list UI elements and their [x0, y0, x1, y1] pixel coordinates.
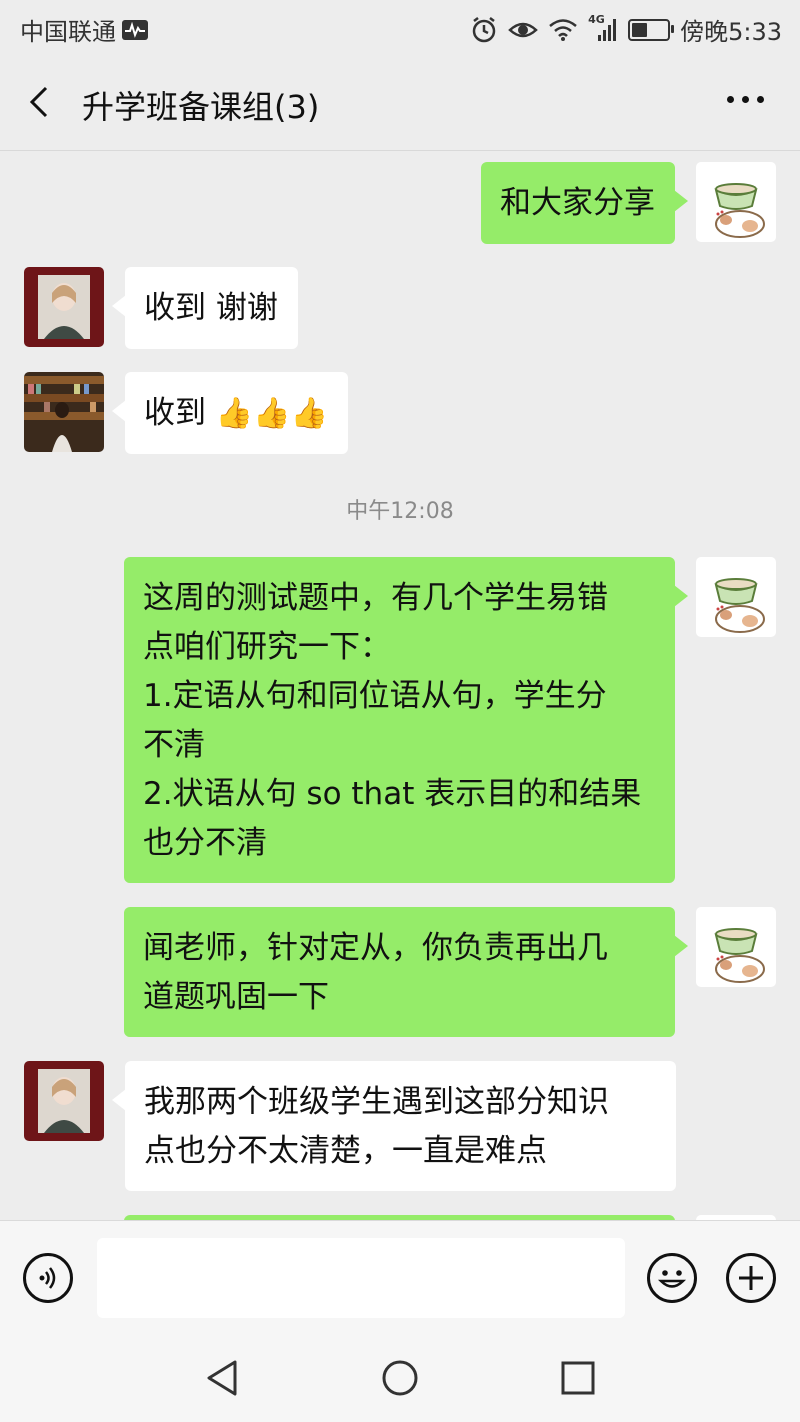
- plus-icon[interactable]: [726, 1253, 776, 1303]
- message-bubble-own[interactable]: 闻老师，针对定从，你负责再出几 道题巩固一下: [124, 907, 688, 1037]
- avatar-teacher-1[interactable]: [24, 1061, 104, 1141]
- status-right: 4G 傍晚5:33: [470, 12, 782, 47]
- message-row: 闻老师，针对定从，你负责再出几 道题巩固一下: [0, 907, 800, 1037]
- message-row: 收到 👍👍👍: [0, 372, 800, 454]
- cell-signal-icon: 4G: [588, 13, 618, 43]
- avatar-teacher-2[interactable]: [24, 372, 104, 452]
- alarm-icon: [472, 16, 496, 42]
- message-input[interactable]: [97, 1238, 625, 1318]
- thumbs-up-emoji: 👍👍👍: [215, 396, 328, 431]
- message-bubble-other[interactable]: 我那两个班级学生遇到这部分知识 点也分不太清楚，一直是难点: [112, 1061, 676, 1191]
- message-timestamp: 中午12:08: [346, 499, 454, 524]
- message-row: 收到 谢谢: [0, 267, 800, 349]
- status-bar: 中国联通 4G 傍晚5:33: [0, 0, 800, 56]
- avatar-own[interactable]: [696, 907, 776, 987]
- avatar-own[interactable]: [696, 557, 776, 637]
- clock-label: 傍晚5:33: [680, 18, 782, 46]
- message-row: 和大家分享: [0, 162, 800, 244]
- more-icon[interactable]: [727, 96, 764, 103]
- wifi-icon: [549, 18, 577, 41]
- nav-home-icon[interactable]: [380, 1358, 420, 1398]
- message-bubble-own[interactable]: 这周的测试题中，有几个学生易错 点咱们研究一下： 1.定语从句和同位语从句，学生…: [124, 557, 688, 883]
- message-bubble-other[interactable]: 收到 👍👍👍: [112, 372, 348, 454]
- carrier-label: 中国联通: [20, 18, 116, 46]
- message-list[interactable]: 和大家分享 收到 谢谢 收到 👍👍👍 中午12:08 这周的测试题中，有几个学生…: [0, 151, 800, 1220]
- battery-icon: [628, 18, 675, 41]
- nav-back-icon[interactable]: [203, 1358, 243, 1398]
- eye-icon: [508, 22, 538, 37]
- back-arrow-icon[interactable]: [22, 82, 58, 122]
- avatar-own[interactable]: [696, 162, 776, 242]
- message-row: 我那两个班级学生遇到这部分知识 点也分不太清楚，一直是难点: [0, 1061, 800, 1191]
- message-bubble-own[interactable]: 和大家分享: [481, 162, 688, 244]
- signal-pulse-icon: [122, 19, 148, 40]
- status-left: 中国联通: [20, 12, 148, 47]
- message-text: 收到: [144, 395, 206, 431]
- chat-header: 升学班备课组(3): [0, 56, 800, 151]
- input-bar: [0, 1220, 800, 1333]
- message-row: 这周的测试题中，有几个学生易错 点咱们研究一下： 1.定语从句和同位语从句，学生…: [0, 557, 800, 883]
- nav-recents-icon[interactable]: [558, 1358, 598, 1398]
- chat-title: 升学班备课组(3): [82, 88, 320, 126]
- emoji-icon[interactable]: [647, 1253, 697, 1303]
- message-bubble-other[interactable]: 收到 谢谢: [112, 267, 298, 349]
- avatar-teacher-1[interactable]: [24, 267, 104, 347]
- voice-icon[interactable]: [23, 1253, 73, 1303]
- system-nav-bar: [0, 1332, 800, 1422]
